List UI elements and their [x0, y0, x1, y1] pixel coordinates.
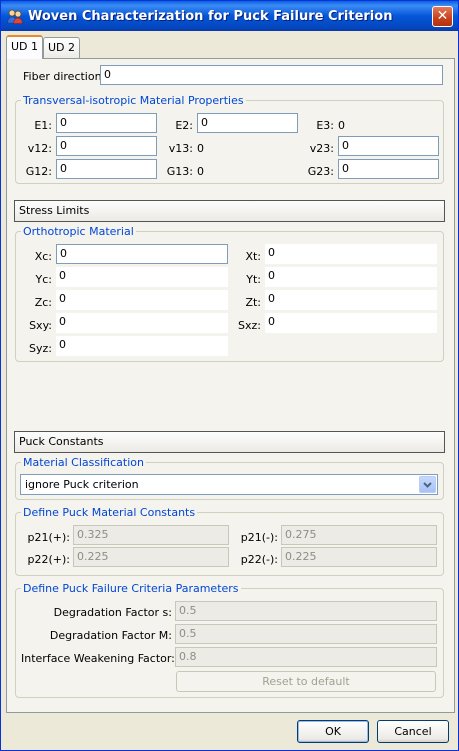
zt-input[interactable]: 0: [265, 290, 437, 310]
g12-input[interactable]: 0: [56, 159, 157, 179]
e3-label: E3:: [316, 119, 334, 132]
dialog-window: Woven Characterization for Puck Failure …: [0, 0, 459, 751]
xt-input[interactable]: 0: [265, 244, 437, 264]
puck-params-group-title: Define Puck Failure Criteria Parameters: [21, 582, 241, 595]
fiber-direction-label: Fiber direction:: [23, 70, 106, 83]
yt-label: Yt:: [246, 273, 261, 286]
transversal-group-title: Transversal-isotropic Material Propertie…: [21, 94, 246, 107]
window-title: Woven Characterization for Puck Failure …: [28, 9, 393, 24]
p22-minus-input[interactable]: 0.225: [281, 547, 437, 567]
interface-weakening-label: Interface Weakening Factor:: [21, 652, 175, 665]
v23-input[interactable]: 0: [338, 136, 439, 156]
fiber-direction-input[interactable]: 0: [100, 65, 443, 85]
degradation-s-label: Degradation Factor s:: [53, 606, 172, 619]
p21-plus-input[interactable]: 0.325: [73, 525, 229, 545]
classification-group-title: Material Classification: [21, 456, 146, 469]
degradation-m-input[interactable]: 0.5: [175, 624, 437, 644]
g23-label: G23:: [307, 165, 334, 178]
xc-input[interactable]: 0: [56, 244, 228, 264]
v13-value: 0: [197, 142, 204, 155]
cancel-button[interactable]: Cancel: [377, 720, 449, 743]
puck-constants-group-title: Define Puck Material Constants: [21, 506, 198, 519]
ok-button[interactable]: OK: [297, 720, 369, 743]
sxy-input[interactable]: 0: [56, 313, 228, 333]
xc-label: Xc:: [34, 250, 52, 263]
classification-select-value: ignore Puck criterion: [25, 478, 139, 491]
g13-label: G13:: [166, 165, 193, 178]
zc-input[interactable]: 0: [56, 290, 228, 310]
close-button[interactable]: ✕: [432, 6, 453, 27]
g12-label: G12:: [25, 165, 52, 178]
g13-value: 0: [197, 165, 204, 178]
zc-label: Zc:: [34, 296, 52, 309]
e3-value: 0: [338, 119, 345, 132]
g23-input[interactable]: 0: [338, 159, 439, 179]
zt-label: Zt:: [245, 296, 261, 309]
tab-ud1[interactable]: UD 1: [6, 35, 43, 59]
p21-plus-label: p21(+):: [27, 531, 71, 544]
yt-input[interactable]: 0: [265, 267, 437, 287]
tab-ud2[interactable]: UD 2: [43, 37, 80, 59]
p22-plus-input[interactable]: 0.225: [73, 547, 229, 567]
xt-label: Xt:: [245, 250, 261, 263]
reset-to-default-button[interactable]: Reset to default: [176, 671, 436, 692]
degradation-s-input[interactable]: 0.5: [175, 601, 437, 621]
p22-plus-label: p22(+):: [27, 553, 71, 566]
e1-label: E1:: [34, 119, 52, 132]
v23-label: v23:: [309, 142, 334, 155]
e2-input[interactable]: 0: [197, 113, 298, 133]
sxz-input[interactable]: 0: [265, 313, 437, 333]
yc-label: Yc:: [35, 273, 52, 286]
sxy-label: Sxy:: [29, 319, 52, 332]
users-icon: [7, 9, 23, 24]
sxz-label: Sxz:: [238, 319, 261, 332]
classification-select[interactable]: ignore Puck criterion: [20, 474, 438, 495]
e1-input[interactable]: 0: [56, 113, 157, 133]
puck-constants-header[interactable]: Puck Constants: [14, 431, 445, 453]
title-bar[interactable]: Woven Characterization for Puck Failure …: [1, 1, 458, 31]
interface-weakening-input[interactable]: 0.8: [175, 647, 437, 667]
degradation-m-label: Degradation Factor M:: [49, 629, 172, 642]
v13-label: v13:: [168, 142, 193, 155]
orthotropic-group-title: Orthotropic Material: [21, 225, 136, 238]
v12-label: v12:: [27, 142, 52, 155]
syz-label: Syz:: [29, 342, 52, 355]
p21-minus-label: p21(-):: [240, 531, 278, 544]
syz-input[interactable]: 0: [56, 336, 228, 356]
stress-limits-header[interactable]: Stress Limits: [14, 200, 445, 222]
v12-input[interactable]: 0: [56, 136, 157, 156]
p21-minus-input[interactable]: 0.275: [281, 525, 437, 545]
chevron-down-icon[interactable]: [419, 476, 436, 493]
p22-minus-label: p22(-):: [240, 553, 278, 566]
close-icon: ✕: [436, 8, 449, 24]
e2-label: E2:: [175, 119, 193, 132]
yc-input[interactable]: 0: [56, 267, 228, 287]
